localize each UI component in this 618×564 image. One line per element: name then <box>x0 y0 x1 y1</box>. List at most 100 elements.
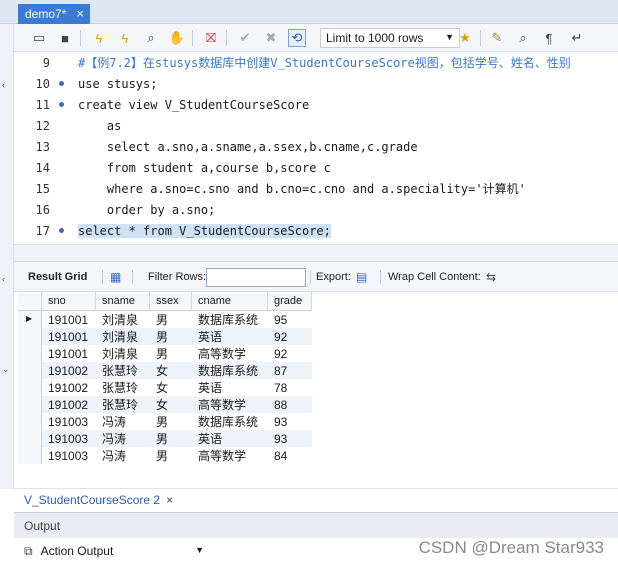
table-cell[interactable]: 191001 <box>42 311 96 328</box>
close-icon[interactable]: × <box>166 493 173 507</box>
table-cell[interactable]: 男 <box>150 345 192 362</box>
grid-view-icon[interactable]: ▦ <box>110 270 121 284</box>
table-cell[interactable]: 191002 <box>42 379 96 396</box>
table-cell[interactable]: 191001 <box>42 345 96 362</box>
editor-line[interactable]: 12 as <box>14 115 618 136</box>
column-header[interactable]: ssex <box>150 292 192 311</box>
table-cell[interactable]: 191003 <box>42 430 96 447</box>
filter-rows-input[interactable] <box>206 268 306 287</box>
execute-current-icon[interactable]: ϟ <box>116 29 134 47</box>
table-cell[interactable]: 女 <box>150 396 192 413</box>
row-header[interactable] <box>18 345 42 362</box>
table-cell[interactable]: 女 <box>150 379 192 396</box>
table-cell[interactable]: 英语 <box>192 328 268 345</box>
execute-icon[interactable]: ϟ <box>90 29 108 47</box>
wrap-cell-icon[interactable]: ⇆ <box>486 270 496 284</box>
table-cell[interactable]: 男 <box>150 447 192 464</box>
table-cell[interactable]: 93 <box>268 430 312 447</box>
table-cell[interactable]: 高等数学 <box>192 396 268 413</box>
table-cell[interactable]: 男 <box>150 413 192 430</box>
row-header[interactable] <box>18 396 42 413</box>
open-folder-icon[interactable]: ▭ <box>30 29 48 47</box>
table-cell[interactable]: 88 <box>268 396 312 413</box>
table-cell[interactable]: 刘清泉 <box>96 311 150 328</box>
table-cell[interactable]: 数据库系统 <box>192 413 268 430</box>
table-cell[interactable]: 87 <box>268 362 312 379</box>
table-cell[interactable]: 男 <box>150 328 192 345</box>
row-header[interactable] <box>18 379 42 396</box>
table-cell[interactable]: 191002 <box>42 396 96 413</box>
table-cell[interactable]: 男 <box>150 311 192 328</box>
output-type-select[interactable]: ⧉ Action Output ▼ <box>24 542 206 560</box>
row-header[interactable] <box>18 328 42 345</box>
table-cell[interactable]: 191001 <box>42 328 96 345</box>
table-cell[interactable]: 高等数学 <box>192 345 268 362</box>
table-cell[interactable]: 高等数学 <box>192 447 268 464</box>
table-cell[interactable]: 93 <box>268 413 312 430</box>
bookmark-star-icon[interactable]: ★ <box>456 29 474 47</box>
editor-line[interactable]: 11 create view V_StudentCourseScore <box>14 94 618 115</box>
table-cell[interactable]: 张慧玲 <box>96 379 150 396</box>
table-cell[interactable]: 191003 <box>42 447 96 464</box>
table-cell[interactable]: 英语 <box>192 379 268 396</box>
table-cell[interactable]: 男 <box>150 430 192 447</box>
chevron-left-icon[interactable]: ‹ <box>2 80 5 90</box>
table-cell[interactable]: 张慧玲 <box>96 396 150 413</box>
stop-icon[interactable]: ✋ <box>168 29 186 47</box>
row-header[interactable] <box>18 430 42 447</box>
find-icon[interactable]: ⌕ <box>514 29 532 47</box>
sql-editor[interactable]: 9 #【例7.2】在stusys数据库中创建V_StudentCourseScor… <box>14 52 618 244</box>
panel-splitter[interactable] <box>14 244 618 262</box>
row-header[interactable] <box>18 413 42 430</box>
table-cell[interactable]: 冯涛 <box>96 447 150 464</box>
result-grid-tab[interactable]: Result Grid <box>28 271 87 283</box>
editor-line[interactable]: 16 order by a.sno; <box>14 199 618 220</box>
table-cell[interactable]: 冯涛 <box>96 430 150 447</box>
explain-icon[interactable]: ⌕ <box>142 29 160 47</box>
editor-line[interactable]: 13 select a.sno,a.sname,a.ssex,b.cname,c… <box>14 136 618 157</box>
table-cell[interactable]: 78 <box>268 379 312 396</box>
tab-demo7[interactable]: demo7* × <box>18 4 90 24</box>
editor-line[interactable]: 9 #【例7.2】在stusys数据库中创建V_StudentCourseScor… <box>14 52 618 73</box>
editor-line[interactable]: 10 use stusys; <box>14 73 618 94</box>
table-cell[interactable]: 英语 <box>192 430 268 447</box>
table-cell[interactable]: 92 <box>268 345 312 362</box>
table-cell[interactable]: 92 <box>268 328 312 345</box>
column-header[interactable]: cname <box>192 292 268 311</box>
tab-close-icon[interactable]: × <box>76 6 84 21</box>
rollback-icon[interactable]: ✖ <box>262 29 280 47</box>
limit-rows-select[interactable]: Limit to 1000 rows ▼ <box>320 28 460 48</box>
autocommit-icon[interactable]: ⟲ <box>288 29 306 47</box>
column-header[interactable]: grade <box>268 292 312 311</box>
result-grid[interactable]: sno sname ssex cname grade ▶ 191001 刘清泉男数据库系统 95… <box>18 292 618 488</box>
row-header[interactable] <box>18 447 42 464</box>
table-cell[interactable]: 95 <box>268 311 312 328</box>
commit-icon[interactable]: ✔ <box>236 29 254 47</box>
result-tab[interactable]: V_StudentCourseScore 2 × <box>24 493 173 507</box>
wrap-icon[interactable]: ↵ <box>568 29 586 47</box>
table-cell[interactable]: 84 <box>268 447 312 464</box>
table-cell[interactable]: 女 <box>150 362 192 379</box>
table-cell[interactable]: 191003 <box>42 413 96 430</box>
table-cell[interactable]: 数据库系统 <box>192 362 268 379</box>
table-cell[interactable]: 张慧玲 <box>96 362 150 379</box>
table-cell[interactable]: 冯涛 <box>96 413 150 430</box>
beautify-icon[interactable]: ✎ <box>488 29 506 47</box>
editor-line[interactable]: 15 where a.sno=c.sno and b.cno=c.cno and… <box>14 178 618 199</box>
table-cell[interactable]: 数据库系统 <box>192 311 268 328</box>
column-header[interactable]: sname <box>96 292 150 311</box>
chevron-left-icon[interactable]: ‹ <box>2 274 5 284</box>
toggle-error-icon[interactable]: ⛝ <box>202 29 220 47</box>
editor-line[interactable]: 14 from student a,course b,score c <box>14 157 618 178</box>
editor-line[interactable]: 17 select * from V_StudentCourseScore; <box>14 220 618 241</box>
export-icon[interactable]: ▤ <box>356 270 367 284</box>
table-cell[interactable]: 191002 <box>42 362 96 379</box>
invisible-chars-icon[interactable]: ¶ <box>540 29 558 47</box>
save-icon[interactable]: ■ <box>56 29 74 47</box>
row-header[interactable]: ▶ <box>18 311 42 328</box>
table-cell[interactable]: 刘清泉 <box>96 328 150 345</box>
column-header[interactable]: sno <box>42 292 96 311</box>
table-cell[interactable]: 刘清泉 <box>96 345 150 362</box>
row-header[interactable] <box>18 362 42 379</box>
chevron-down-icon[interactable]: ⌄ <box>2 364 10 375</box>
